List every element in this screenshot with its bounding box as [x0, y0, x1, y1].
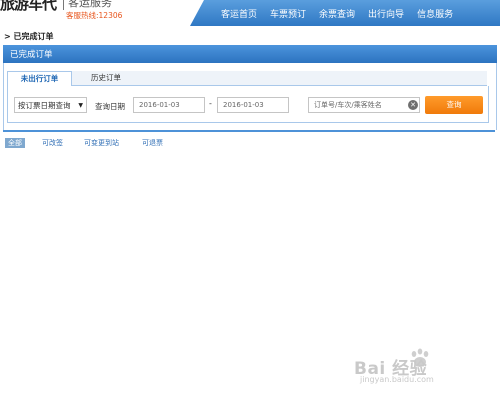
date-label: 查询日期	[95, 102, 125, 111]
nav-item-info-service[interactable]: 信息服务	[417, 7, 453, 20]
service-hotline: 客服热线:12306	[66, 11, 123, 20]
filter-refundable[interactable]: 可退票	[142, 138, 163, 148]
main-nav: 客运首页 车票预订 余票查询 出行向导 信息服务	[221, 7, 466, 20]
logo-subtitle: 客运服务	[68, 0, 112, 9]
clear-icon[interactable]: ✕	[408, 100, 418, 110]
tab-history-orders[interactable]: 历史订单	[76, 71, 136, 85]
logo-divider	[63, 0, 64, 10]
date-from-input[interactable]: 2016-01-03	[133, 97, 205, 113]
breadcrumb: > 已完成订单	[4, 32, 54, 41]
watermark-url: jingyan.baidu.com	[360, 375, 434, 384]
nav-item-booking[interactable]: 车票预订	[270, 7, 306, 20]
panel-header: 已完成订单	[3, 45, 497, 63]
dropdown-arrow-icon: ▼	[78, 102, 83, 109]
date-separator: -	[209, 99, 212, 108]
query-type-value: 按订票日期查询	[18, 101, 71, 110]
filter-changeable[interactable]: 可改签	[42, 138, 63, 148]
keyword-input[interactable]: 订单号/车次/乘客姓名	[308, 97, 420, 113]
filter-all[interactable]: 全部	[5, 138, 25, 148]
site-logo[interactable]: 旅游车代	[0, 0, 57, 14]
query-button[interactable]: 查询	[425, 96, 483, 114]
watermark: Bai 经验 jingyan.baidu.com	[354, 348, 479, 388]
nav-item-travel-guide[interactable]: 出行向导	[368, 7, 404, 20]
nav-item-ticket-query[interactable]: 余票查询	[319, 7, 355, 20]
order-panel: 未出行订单 历史订单 按订票日期查询 ▼ 查询日期 2016-01-03 - 2…	[3, 63, 497, 130]
tab-upcoming-orders[interactable]: 未出行订单	[7, 71, 72, 87]
date-to-input[interactable]: 2016-01-03	[217, 97, 289, 113]
query-type-select[interactable]: 按订票日期查询 ▼	[14, 97, 87, 113]
filter-change-station[interactable]: 可变更到站	[84, 138, 119, 148]
search-form: 按订票日期查询 ▼ 查询日期 2016-01-03 - 2016-01-03 订…	[7, 86, 489, 123]
panel-title: 已完成订单	[10, 50, 53, 60]
divider	[3, 130, 495, 132]
nav-item-home[interactable]: 客运首页	[221, 7, 257, 20]
